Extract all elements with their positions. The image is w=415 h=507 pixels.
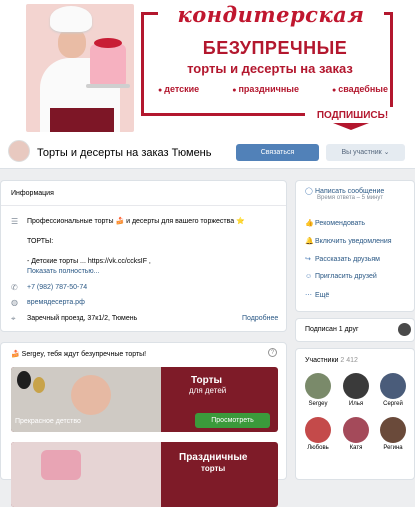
kids-link[interactable]: https://vk.cc/ccksIF ,: [88, 258, 151, 265]
tell-friends-label: Рассказать друзьям: [315, 256, 380, 263]
member-item[interactable]: Сергей: [376, 373, 410, 407]
show-more-link[interactable]: Показать полностью...: [27, 268, 100, 275]
share-icon: ↪: [305, 256, 311, 263]
info-card: Информация ☰ Профессиональные торты 🍰 и …: [0, 180, 287, 332]
info-site[interactable]: времядесерта.рф: [27, 299, 85, 306]
chevron-down-icon: ⌄: [383, 149, 390, 156]
category-kids: детские: [158, 84, 199, 94]
group-avatar[interactable]: [8, 140, 30, 162]
actions-card: ◯ Написать сообщение Время ответа – 5 мин…: [295, 180, 415, 312]
recommend-button[interactable]: 👍Рекомендовать: [305, 219, 365, 227]
message-button[interactable]: ◯ Написать сообщение: [305, 187, 384, 195]
cover-arrow: [333, 123, 369, 130]
cover-brand: кондитерская: [158, 3, 384, 27]
info-description: Профессиональные торты 🍰 и десерты для в…: [27, 218, 245, 225]
cover-categories: детские праздничные свадебные: [158, 84, 388, 94]
member-item[interactable]: Регина: [376, 417, 410, 451]
message-label: Написать сообщение: [315, 188, 385, 195]
category-holiday: праздничные: [232, 84, 299, 94]
info-title: Информация: [11, 190, 54, 197]
cover-photo: [26, 4, 134, 132]
members-count: 2 412: [340, 357, 358, 364]
banner-caption: Прекрасное детство: [15, 418, 81, 425]
friends-following-card[interactable]: Подписан 1 друг: [295, 318, 415, 342]
location-icon: ⌖: [11, 314, 16, 323]
member-name: Сергей: [383, 401, 403, 407]
avatar: [343, 373, 369, 399]
recommend-label: Рекомендовать: [315, 220, 366, 227]
member-name: Илья: [348, 401, 364, 407]
add-user-icon: ☺: [305, 273, 313, 280]
more-label: Ещё: [315, 292, 330, 299]
member-status-button[interactable]: Вы участник ⌄: [326, 144, 405, 161]
member-status-label: Вы участник: [341, 149, 382, 156]
thumbs-up-icon: 👍: [305, 220, 314, 227]
description-icon: ☰: [11, 217, 19, 226]
avatar: [380, 417, 406, 443]
invite-label: Пригласить друзей: [315, 273, 377, 280]
member-name: Регина: [383, 445, 403, 451]
notifications-button[interactable]: 🔔Включить уведомления: [305, 237, 392, 245]
invite-button[interactable]: ☺ Пригласить друзей: [305, 273, 377, 280]
balloon-icon: [17, 371, 31, 389]
member-name: Любовь: [307, 445, 329, 451]
avatar: [343, 417, 369, 443]
balloon-icon: [33, 377, 45, 393]
member-name: Катя: [349, 445, 363, 451]
avatar: [305, 417, 331, 443]
notifications-label: Включить уведомления: [315, 238, 392, 245]
info-kids-line: - Детские торты ... https://vk.cc/ccksIF…: [27, 258, 151, 265]
bell-icon: 🔔: [305, 238, 314, 245]
category-wedding: свадебные: [332, 84, 388, 94]
cover-headline: БЕЗУПРЕЧНЫЕ: [202, 38, 348, 58]
cover-banner: кондитерская БЕЗУПРЕЧНЫЕ торты и десерты…: [0, 0, 415, 133]
child-photo: [71, 375, 111, 415]
info-address[interactable]: Заречный проезд, 37к1/2, Тюмень: [27, 315, 137, 322]
member-item[interactable]: Катя: [339, 417, 373, 451]
details-link[interactable]: Подробнее: [242, 315, 278, 322]
banner-holiday-subtitle: торты: [201, 464, 226, 473]
more-icon: ⋯: [305, 292, 312, 299]
avatar: [380, 373, 406, 399]
member-item[interactable]: Sergey: [301, 373, 335, 407]
banner-photo: [11, 442, 161, 507]
members-label: Участники: [305, 357, 339, 364]
tell-friends-button[interactable]: ↪ Рассказать друзьям: [305, 255, 380, 263]
cake-photo: [41, 450, 81, 480]
widget-greeting: 🍰 Sergey, тебя ждут безупречные торты!: [11, 351, 147, 358]
banner-holiday-title: Праздничные: [179, 452, 248, 463]
friend-avatar[interactable]: [398, 323, 411, 336]
banner-kids-subtitle: для детей: [189, 386, 227, 395]
group-title: Торты и десерты на заказ Тюмень: [37, 147, 212, 159]
cover-subheadline: торты и десерты на заказ: [187, 61, 353, 76]
info-phone[interactable]: +7 (982) 787-50-74: [27, 284, 87, 291]
banner-kids[interactable]: Торты для детей Прекрасное детство Просм…: [11, 367, 278, 432]
kids-text: - Детские торты ...: [27, 258, 86, 265]
phone-icon: ✆: [11, 283, 18, 292]
members-header[interactable]: Участники 2 412: [305, 357, 358, 364]
banner-holiday[interactable]: Праздничные торты: [11, 442, 278, 507]
contact-button[interactable]: Связаться: [236, 144, 319, 161]
divider: [1, 205, 286, 206]
widget-card: 🍰 Sergey, тебя ждут безупречные торты! ?…: [0, 342, 287, 507]
reply-time: Время ответа – 5 минут: [317, 195, 384, 201]
message-icon: ◯: [305, 188, 313, 195]
view-button[interactable]: Просмотреть: [195, 413, 270, 428]
member-name: Sergey: [308, 401, 328, 407]
avatar: [305, 373, 331, 399]
info-description-subtitle: ТОРТЫ:: [27, 238, 54, 245]
more-button[interactable]: ⋯ Ещё: [305, 291, 329, 299]
banner-kids-title: Торты: [191, 375, 223, 386]
member-item[interactable]: Любовь: [301, 417, 335, 451]
friends-following-text: Подписан 1 друг: [305, 326, 359, 333]
member-item[interactable]: Илья: [339, 373, 373, 407]
members-card: Участники 2 412 Sergey Илья Сергей Любов…: [295, 348, 415, 480]
globe-icon: ◍: [11, 298, 18, 307]
help-icon[interactable]: ?: [268, 348, 277, 357]
